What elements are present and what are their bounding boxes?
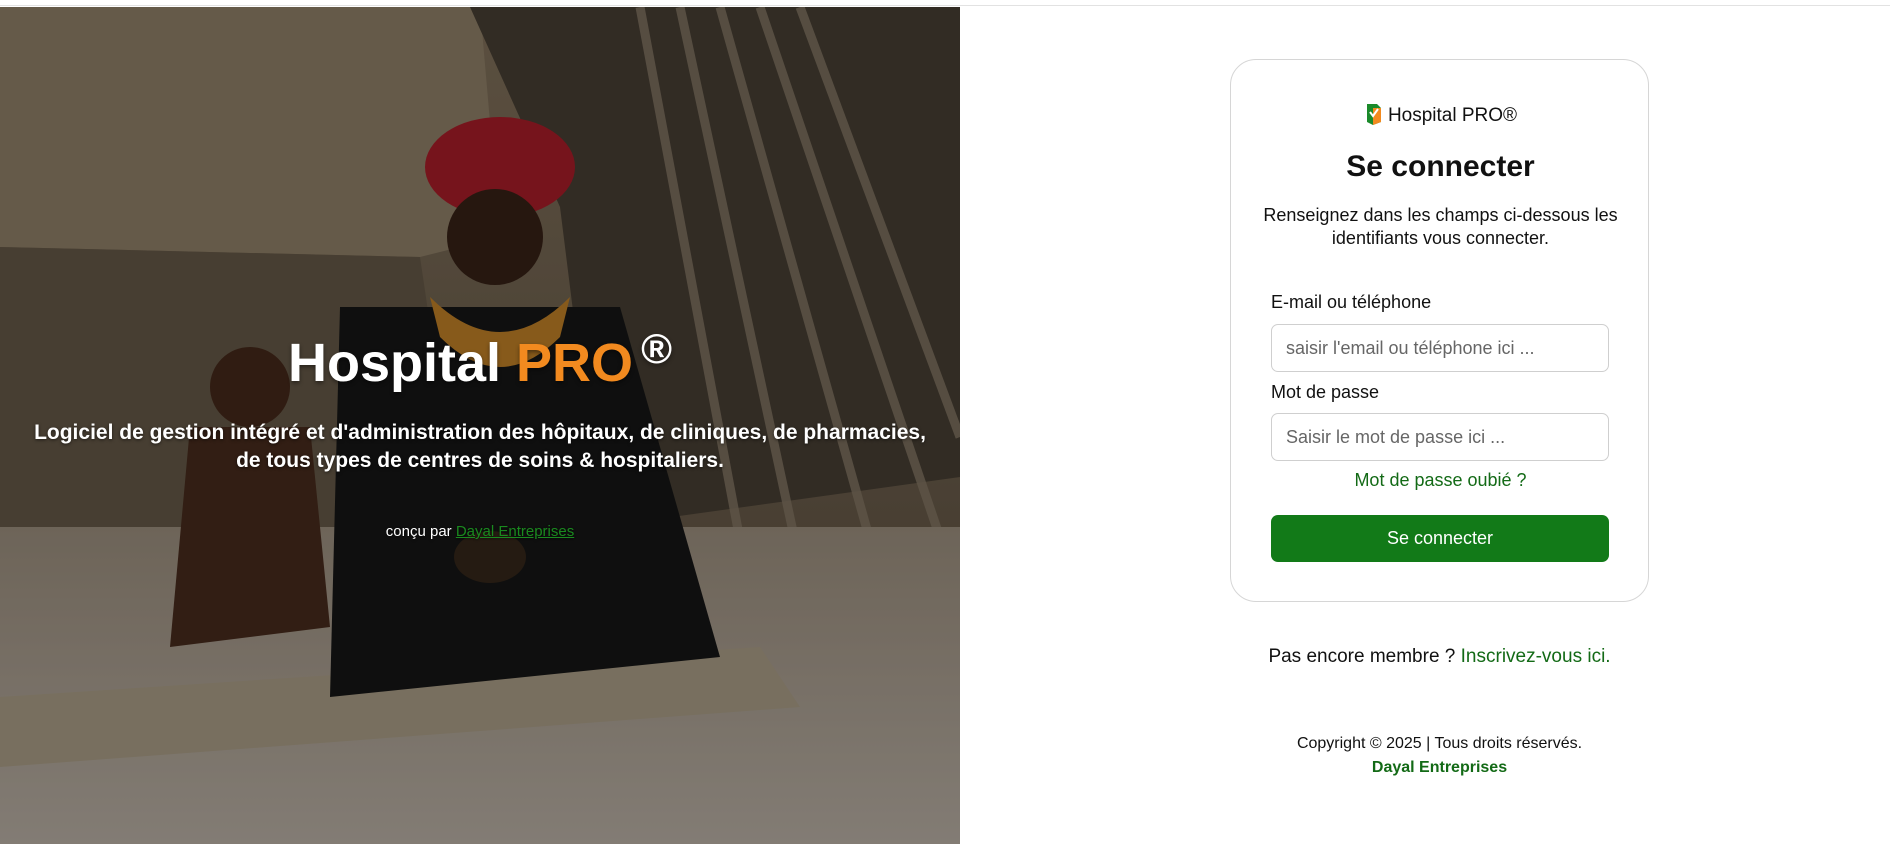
email-input[interactable] — [1271, 324, 1609, 372]
hero-title-accent: PRO — [516, 333, 634, 393]
hero-content: Hospital PRO ® Logiciel de gestion intégr… — [0, 7, 960, 844]
brand-name: Hospital PRO® — [1387, 105, 1518, 126]
login-button[interactable]: Se connecter — [1271, 515, 1609, 562]
login-title: Se connecter — [1346, 150, 1535, 183]
hero-credit: conçu par Dayal Entreprises — [0, 523, 960, 540]
copyright-text: Copyright © 2025 | Tous droits réservés. — [1296, 735, 1583, 752]
company-name: Dayal Entreprises — [1371, 759, 1508, 776]
email-label: E-mail ou téléphone — [1271, 292, 1432, 312]
top-divider — [0, 0, 1890, 6]
signup-prompt: Pas encore membre ? Inscrivez-vous ici. — [1230, 646, 1649, 668]
credit-prefix: conçu par — [385, 523, 452, 540]
signup-link[interactable]: Inscrivez-vous ici. — [1461, 646, 1611, 667]
brand-header: Hospital PRO® — [1231, 102, 1650, 127]
signup-prefix: Pas encore membre ? — [1268, 646, 1456, 667]
login-subtitle: Renseignez dans les champs ci-dessous le… — [1263, 205, 1618, 248]
hero-title-main: Hospital — [287, 333, 502, 393]
hospital-pro-logo-icon — [1366, 104, 1381, 125]
hero-description: Logiciel de gestion intégré et d'adminis… — [34, 421, 926, 472]
hero-title: Hospital PRO ® — [0, 325, 960, 394]
hero-panel: Hospital PRO ® Logiciel de gestion intégr… — [0, 7, 960, 844]
registered-mark: ® — [641, 325, 673, 372]
footer: Copyright © 2025 | Tous droits réservés.… — [1230, 732, 1649, 780]
credit-link[interactable]: Dayal Entreprises — [456, 523, 574, 540]
login-card: Hospital PRO® Se connecter Renseignez da… — [1230, 59, 1649, 602]
password-input[interactable] — [1271, 413, 1609, 461]
password-label: Mot de passe — [1271, 382, 1380, 402]
forgot-password-link[interactable]: Mot de passe oubié ? — [1231, 470, 1650, 491]
